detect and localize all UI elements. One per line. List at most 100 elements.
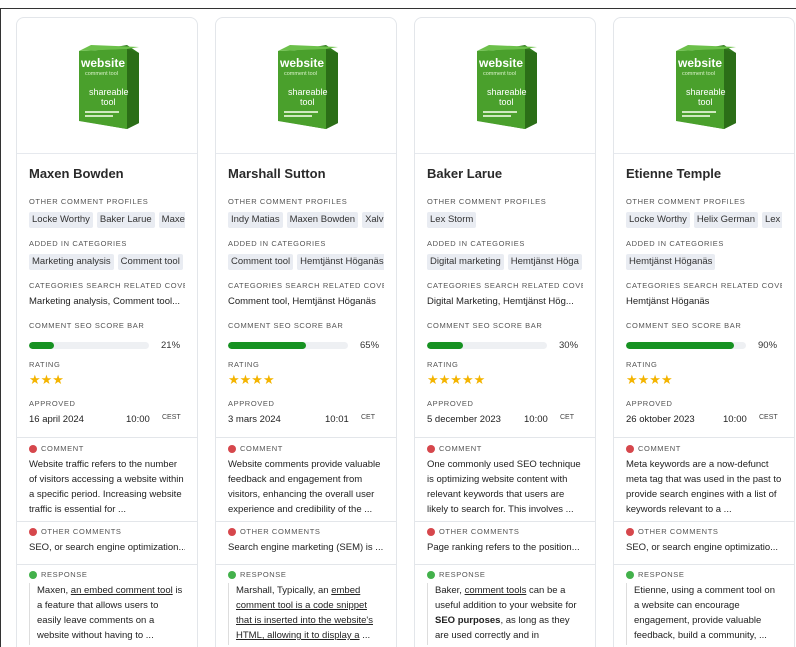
comment-label: COMMENT (240, 444, 283, 453)
profile-card-2[interactable]: website comment tool shareable tool Mars… (215, 17, 397, 647)
comment-tool-box-icon: website comment tool shareable tool (676, 44, 736, 129)
rating-stars-icon: ★★★★ (228, 372, 275, 387)
seo-score-bar: 30% (427, 339, 583, 351)
profile-chip[interactable]: Maxen (158, 212, 185, 228)
comment-header: COMMENT (626, 444, 782, 454)
seo-score-label: COMMENT SEO SCORE BAR (626, 321, 742, 330)
response-text: Maxen, an embed comment tool is a featur… (29, 583, 185, 645)
profile-chip[interactable]: Locke Worthy (626, 212, 690, 228)
other-comment-text: SEO, or search engine optimization... (29, 542, 185, 553)
svg-text:comment tool: comment tool (284, 71, 317, 77)
comment-tool-box-icon: website comment tool shareable tool (278, 44, 338, 129)
comment-tool-box-icon: website comment tool shareable tool (477, 44, 537, 129)
product-image[interactable]: website comment tool shareable tool (216, 18, 396, 154)
profile-chip[interactable]: Lex Storm (427, 212, 477, 228)
approved-datetime: 16 april 2024 10:00 CEST (29, 414, 185, 427)
approved-timezone: CET (361, 414, 375, 421)
profile-name[interactable]: Maxen Bowden (29, 166, 185, 183)
seo-bar-fill (626, 341, 734, 349)
product-image[interactable]: website comment tool shareable tool (17, 18, 197, 154)
added-categories-label: ADDED IN CATEGORIES (626, 239, 724, 248)
other-comments-label: OTHER COMMENTS (240, 527, 321, 536)
approved-date: 16 april 2024 (29, 414, 84, 425)
profile-card-3[interactable]: website comment tool shareable tool Bake… (414, 17, 596, 647)
other-comments-dot-icon (228, 528, 236, 536)
seo-score-percent: 65% (360, 339, 380, 351)
rating-stars-icon: ★★★★★ (427, 372, 486, 387)
other-comments-dot-icon (626, 528, 634, 536)
divider (216, 521, 396, 522)
approved-date: 26 oktober 2023 (626, 414, 695, 425)
response-link[interactable]: comment tools (465, 585, 527, 596)
profile-chip[interactable]: Baker Larue (96, 212, 155, 228)
response-dot-icon (626, 571, 634, 579)
response-label: RESPONSE (439, 570, 486, 579)
divider (614, 521, 794, 522)
categories-search-label: CATEGORIES SEARCH RELATED COVERED... (29, 281, 185, 290)
category-chip[interactable]: Hemtjänst Höganäs (297, 254, 384, 270)
seo-score-label: COMMENT SEO SCORE BAR (228, 321, 344, 330)
profile-name[interactable]: Etienne Temple (626, 166, 782, 183)
comment-header: COMMENT (228, 444, 384, 454)
approved-date: 3 mars 2024 (228, 414, 281, 425)
response-text-part: Baker, (435, 585, 465, 596)
profile-name[interactable]: Marshall Sutton (228, 166, 384, 183)
divider (216, 437, 396, 438)
profile-chip[interactable]: Maxen Bowden (286, 212, 359, 228)
seo-score-percent: 21% (161, 339, 181, 351)
rating-label: RATING (626, 360, 658, 369)
approved-timezone: CEST (759, 414, 778, 421)
response-text-part: ... (359, 630, 371, 641)
seo-bar-track (626, 341, 746, 349)
comment-header: COMMENT (29, 444, 185, 454)
seo-bar-fill (427, 341, 463, 349)
approved-time: 10:01 (325, 414, 349, 425)
other-comment-text: SEO, or search engine optimizatio... (626, 542, 779, 553)
comment-dot-icon (29, 445, 37, 453)
category-chip[interactable]: Hemtjänst Höganäs (626, 254, 716, 270)
profile-chip[interactable]: Locke Worthy (29, 212, 93, 228)
comment-dot-icon (427, 445, 435, 453)
profile-card-4[interactable]: website comment tool shareable tool Etie… (613, 17, 795, 647)
svg-text:comment tool: comment tool (85, 71, 118, 77)
seo-bar-fill (29, 341, 55, 349)
other-profiles-chips: Locke WorthyBaker LarueMaxen (29, 212, 185, 228)
product-image[interactable]: website comment tool shareable tool (614, 18, 794, 154)
product-image[interactable]: website comment tool shareable tool (415, 18, 595, 154)
profile-chip[interactable]: Helix German (693, 212, 758, 228)
seo-bar-track (29, 341, 149, 349)
profile-chip[interactable]: Indy Matias (228, 212, 283, 228)
approved-time: 10:00 (126, 414, 150, 425)
profile-chip[interactable]: Lex S (761, 212, 782, 228)
category-chips: Hemtjänst Höganäs (626, 254, 782, 270)
svg-text:comment tool: comment tool (682, 71, 715, 77)
profile-card-1[interactable]: website comment tool shareable tool Maxe… (16, 17, 198, 647)
svg-text:website: website (677, 56, 722, 70)
response-link[interactable]: an embed comment tool (71, 585, 173, 596)
svg-text:shareable: shareable (89, 87, 129, 97)
approved-datetime: 5 december 2023 10:00 CET (427, 414, 583, 427)
category-chip[interactable]: Comment tool (228, 254, 294, 270)
category-chip[interactable]: Hemtjänst Höga (507, 254, 582, 270)
response-text: Etienne, using a comment tool on a websi… (626, 583, 782, 645)
categories-search-label: CATEGORIES SEARCH RELATED COVERED... (626, 281, 782, 290)
response-text-part: Marshall, Typically, an (236, 585, 332, 596)
profile-name[interactable]: Baker Larue (427, 166, 583, 183)
category-chips: Marketing analysis Comment tool (29, 254, 185, 270)
response-header: RESPONSE (626, 570, 782, 580)
profile-chip[interactable]: Xalv (362, 212, 384, 228)
response-header: RESPONSE (228, 570, 384, 580)
rating-label: RATING (228, 360, 260, 369)
category-chip[interactable]: Digital marketing (427, 254, 504, 270)
approved-time: 10:00 (524, 414, 548, 425)
rating-label: RATING (29, 360, 61, 369)
seo-score-percent: 90% (758, 339, 778, 351)
category-chip[interactable]: Comment tool (117, 254, 183, 270)
categories-search-text: Digital Marketing, Hemtjänst Hög... (427, 296, 574, 307)
category-chip[interactable]: Marketing analysis (29, 254, 114, 270)
other-profiles-chips: Lex Storm (427, 212, 583, 228)
approved-datetime: 26 oktober 2023 10:00 CEST (626, 414, 782, 427)
divider (614, 437, 794, 438)
response-header: RESPONSE (427, 570, 583, 580)
category-chips: Comment tool Hemtjänst Höganäs (228, 254, 384, 270)
